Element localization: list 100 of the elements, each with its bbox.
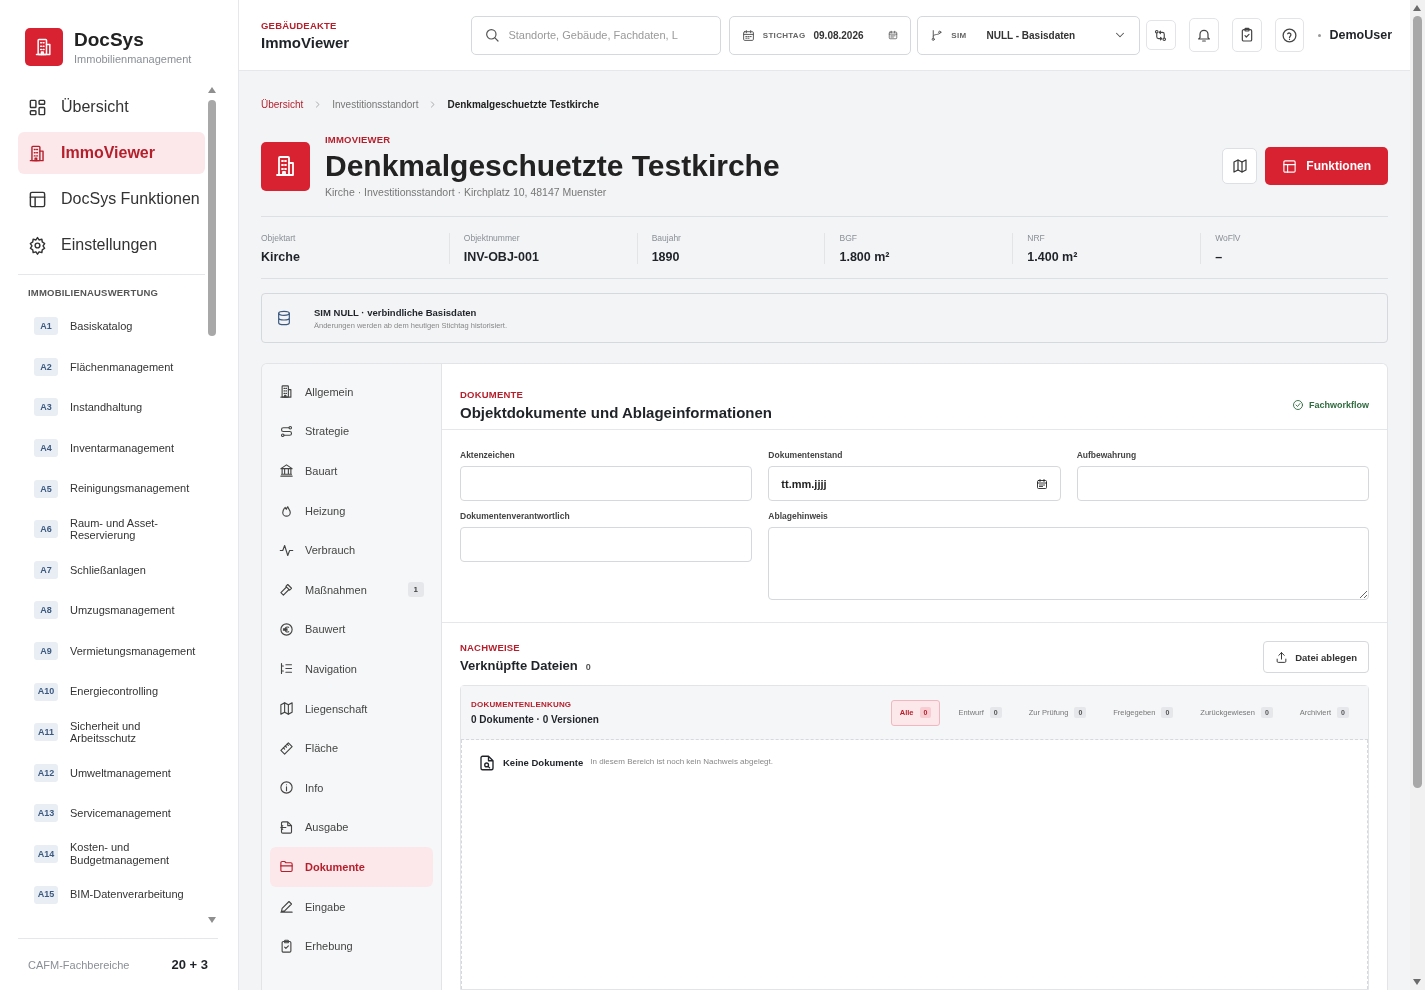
tab[interactable]: Heizung: [270, 490, 433, 531]
module-link[interactable]: Raum- und Asset-Reservierung: [70, 516, 202, 542]
module-link[interactable]: Umweltmanagement: [70, 766, 171, 780]
nav-item[interactable]: DocSys Funktionen: [18, 178, 205, 220]
tab[interactable]: Eingabe: [270, 886, 433, 927]
module-link[interactable]: Umzugsmanagement: [70, 604, 175, 617]
route-icon: [279, 423, 294, 439]
stat-label: WoFlV: [1215, 233, 1242, 243]
map-button[interactable]: [1222, 148, 1258, 184]
tab[interactable]: Fläche: [270, 728, 433, 768]
module-link[interactable]: Reinigungsmanagement: [70, 482, 190, 495]
module-code: A15: [34, 885, 58, 904]
module-link[interactable]: Vermietungsmanagement: [70, 644, 196, 658]
tab[interactable]: Info: [270, 767, 433, 808]
breadcrumb-link[interactable]: Investitionsstandort: [332, 99, 419, 110]
field-label: Dokumentenverantwortlich: [460, 511, 571, 521]
tab[interactable]: Ausgabe: [270, 807, 433, 848]
module-link[interactable]: Servicemanagement: [70, 807, 171, 820]
tab[interactable]: Verbrauch: [270, 530, 433, 570]
scroll-thumb[interactable]: [1413, 16, 1422, 788]
tab[interactable]: Navigation: [270, 649, 433, 689]
sim-dropdown[interactable]: SIM NULL - Basisdaten: [917, 15, 1140, 55]
module-link[interactable]: Instandhaltung: [70, 401, 143, 414]
module-code: A12: [34, 763, 58, 782]
tab[interactable]: Liegenschaft: [270, 688, 433, 729]
scrollbar[interactable]: [1410, 0, 1425, 990]
file-search-icon: [478, 754, 496, 772]
module-link[interactable]: BIM-Datenverarbeitung: [70, 888, 184, 901]
nav-item[interactable]: Übersicht: [18, 86, 205, 128]
dashboard-icon: [28, 97, 47, 117]
chevron-right-icon: [313, 100, 323, 109]
page-title: Denkmalgeschuetzte Testkirche: [325, 149, 781, 183]
scroll-down-icon[interactable]: [207, 916, 217, 924]
tab[interactable]: Erhebung: [270, 926, 433, 966]
tab[interactable]: Bauwert: [270, 609, 433, 650]
building-icon: [34, 37, 54, 57]
panel-eyebrow: DOKUMENTENLENKUNG: [471, 700, 573, 709]
module-code: A5: [34, 479, 58, 498]
stat-label: Objektart: [261, 233, 297, 243]
map-icon: [279, 701, 294, 717]
module-code: A13: [34, 804, 58, 823]
brand-tagline: Immobilienmanagement: [74, 53, 192, 65]
notice-title: SIM NULL · verbindliche Basisdaten: [314, 306, 478, 318]
input-field[interactable]: [460, 527, 753, 562]
functions-button[interactable]: Funktionen: [1265, 147, 1388, 185]
building-icon: [28, 143, 47, 163]
tab[interactable]: Bauart: [270, 451, 433, 491]
input-field[interactable]: [1076, 466, 1369, 501]
stat-value: 1.400 m²: [1027, 250, 1079, 264]
user-name[interactable]: DemoUser: [1329, 28, 1392, 42]
nav-item[interactable]: Einstellungen: [18, 224, 205, 266]
module-link[interactable]: Schließanlagen: [70, 563, 146, 577]
layout-icon: [28, 189, 47, 209]
upload-button[interactable]: Datei ablegen: [1263, 641, 1369, 673]
module-code: A4: [34, 439, 58, 458]
compare-button[interactable]: [1145, 20, 1176, 50]
calendar-icon: [1035, 477, 1048, 490]
tab[interactable]: Allgemein: [270, 372, 433, 412]
scroll-down-icon[interactable]: [1412, 978, 1422, 986]
tab[interactable]: Dokumente: [270, 847, 433, 887]
module-code: A6: [34, 520, 58, 539]
swap-icon: [1153, 27, 1169, 43]
module-code: A1: [34, 317, 58, 336]
tab[interactable]: Maßnahmen 1: [270, 569, 433, 610]
scroll-up-icon[interactable]: [1412, 4, 1422, 12]
scroll-up-icon[interactable]: [207, 86, 217, 94]
nav-item[interactable]: ImmoViewer: [18, 132, 205, 174]
breadcrumb-link[interactable]: Übersicht: [261, 99, 304, 110]
module-link[interactable]: Inventarmanagement: [70, 441, 174, 455]
module-link[interactable]: Kosten- und Budgetmanagement: [70, 841, 202, 867]
module-link[interactable]: Sicherheit und Arbeitsschutz: [70, 719, 202, 745]
folder-icon: [279, 859, 294, 875]
tab[interactable]: Strategie: [270, 411, 433, 452]
empty-text: In diesem Bereich ist noch kein Nachweis abgelegt.: [590, 757, 773, 766]
module-code: A9: [34, 642, 58, 661]
ruler-icon: [279, 740, 294, 756]
section-title: Verknüpfte Dateien: [460, 657, 578, 673]
building-icon: [279, 384, 294, 400]
date-field[interactable]: tt.mm.jjjj: [768, 466, 1061, 501]
notifications-button[interactable]: [1188, 18, 1219, 52]
date-field[interactable]: STICHTAG 09.08.2026: [728, 15, 912, 55]
module-code: A8: [34, 601, 58, 620]
scroll-thumb[interactable]: [208, 100, 216, 336]
section-eyebrow: NACHWEISE: [460, 641, 521, 653]
flame-icon: [279, 503, 294, 519]
help-button[interactable]: [1274, 18, 1305, 52]
module-link[interactable]: Energiecontrolling: [70, 685, 159, 698]
chevron-right-icon: [428, 100, 438, 109]
input-field[interactable]: [460, 466, 753, 501]
module-link[interactable]: Flächenmanagement: [70, 360, 174, 374]
field-label: Ablagehinweis: [768, 511, 829, 521]
field-label: Aktenzeichen: [460, 450, 516, 460]
info-icon: [279, 780, 294, 796]
tasks-button[interactable]: [1231, 18, 1262, 52]
module-link[interactable]: Basiskatalog: [70, 319, 133, 333]
workflow-status: Fachworkflow: [1309, 399, 1369, 410]
textarea-field[interactable]: [768, 527, 1369, 600]
branch-icon: [930, 28, 944, 42]
check-circle-icon: [1292, 398, 1304, 411]
stat-value: INV-OBJ-001: [463, 250, 540, 264]
